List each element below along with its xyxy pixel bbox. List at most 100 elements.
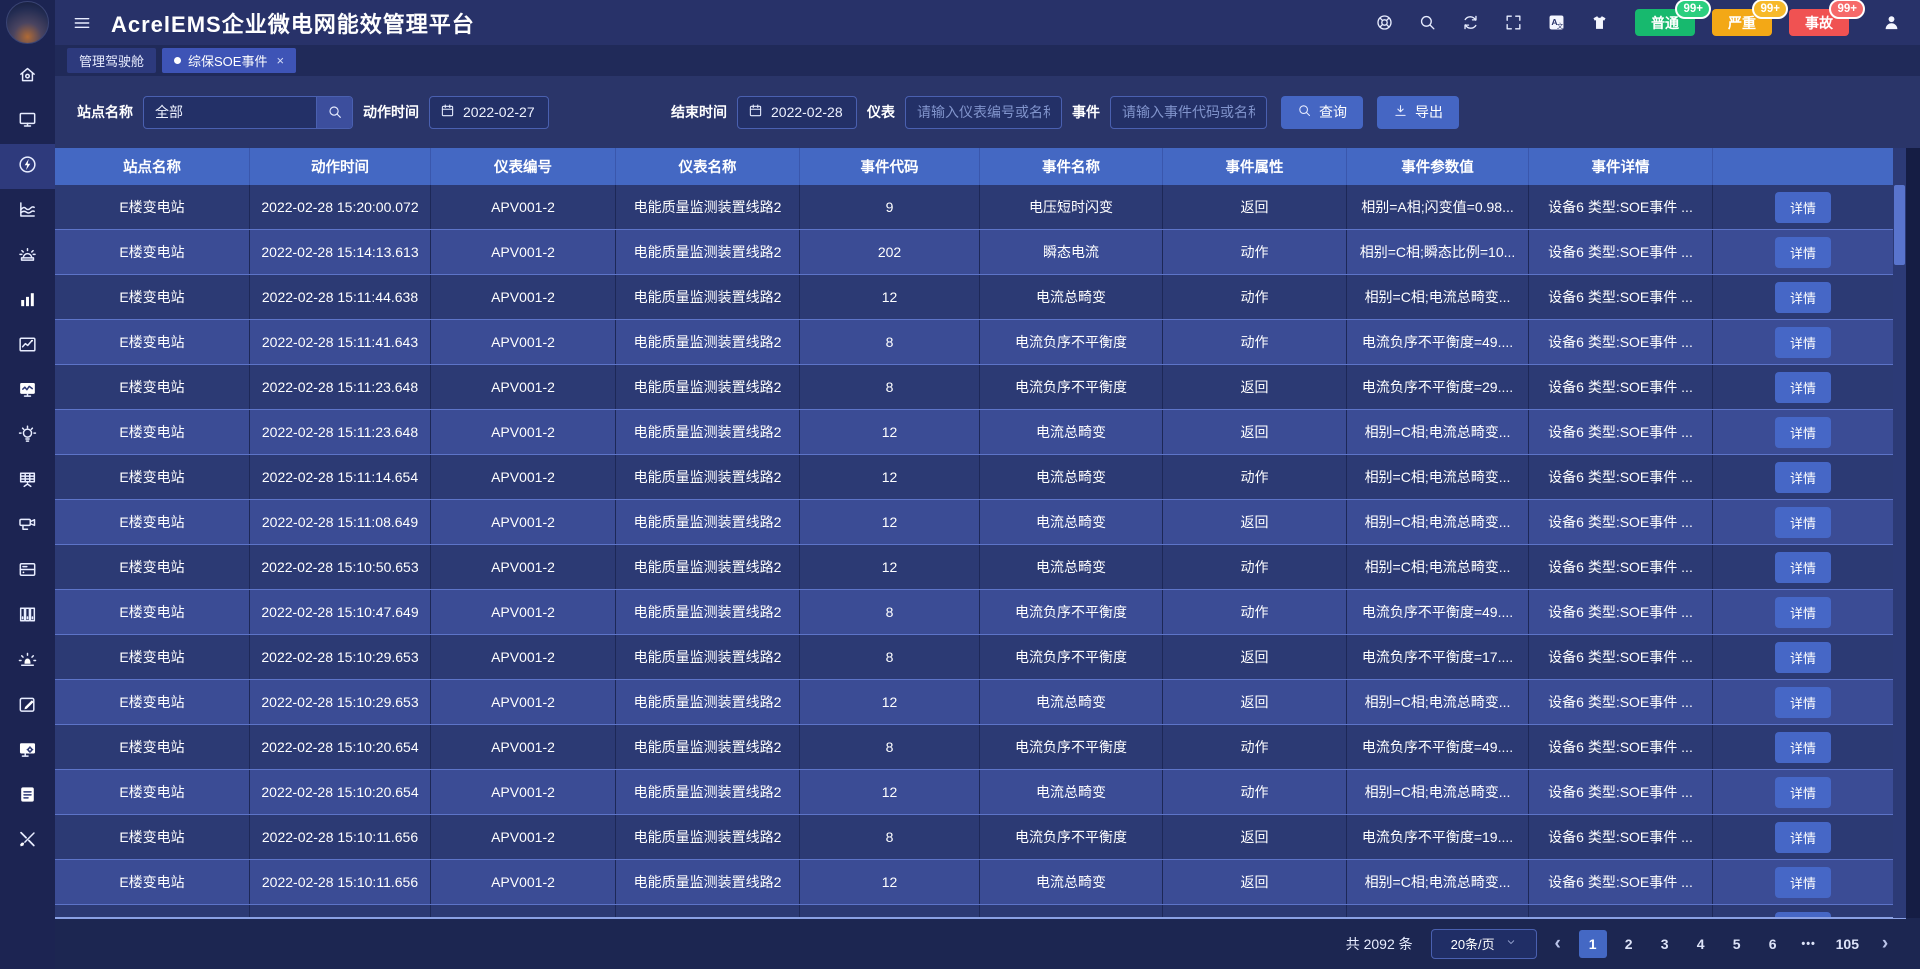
cell-事件参数值: 电流负序不平衡度=49.... <box>1347 590 1529 634</box>
cell-事件属性: 动作 <box>1163 455 1347 499</box>
sidebar-item-camera[interactable] <box>0 504 55 549</box>
detail-button[interactable]: 详情 <box>1775 417 1831 448</box>
cell-事件详情: 设备6 类型:SOE事件 ... <box>1529 590 1713 634</box>
detail-button[interactable]: 详情 <box>1775 372 1831 403</box>
page-button-4[interactable]: 4 <box>1687 930 1715 958</box>
page-button-6[interactable]: 6 <box>1759 930 1787 958</box>
refresh-icon[interactable] <box>1459 12 1481 34</box>
sidebar-item-home[interactable] <box>0 54 55 99</box>
page-button-105[interactable]: 105 <box>1831 930 1864 958</box>
event-input[interactable] <box>1111 104 1266 120</box>
site-search-button[interactable] <box>316 97 352 128</box>
tab-综保SOE事件[interactable]: 综保SOE事件× <box>162 48 296 73</box>
site-name-input[interactable] <box>144 104 316 120</box>
next-page-button[interactable]: › <box>1872 930 1898 958</box>
alarm-button-事故[interactable]: 事故99+ <box>1789 9 1849 36</box>
meter-input[interactable] <box>906 104 1061 120</box>
page-button-1[interactable]: 1 <box>1579 930 1607 958</box>
sidebar-item-edit[interactable] <box>0 684 55 729</box>
detail-button[interactable]: 详情 <box>1775 462 1831 493</box>
cell-事件名称: 电流负序不平衡度 <box>980 590 1163 634</box>
start-date-picker[interactable]: 2022-02-27 <box>429 96 549 129</box>
cell-事件属性: 返回 <box>1163 185 1347 229</box>
cell-事件详情: 设备6 类型:SOE事件 ... <box>1529 320 1713 364</box>
detail-button[interactable]: 详情 <box>1775 777 1831 808</box>
cell-事件代码: 12 <box>800 275 980 319</box>
sidebar-item-screen-settings[interactable] <box>0 729 55 774</box>
cell-站点名称: E楼变电站 <box>55 725 250 769</box>
detail-button[interactable]: 详情 <box>1775 552 1831 583</box>
alarm-button-普通[interactable]: 普通99+ <box>1635 9 1695 36</box>
sidebar-item-energy[interactable] <box>0 144 55 189</box>
cell-站点名称: E楼变电站 <box>55 500 250 544</box>
trend-chart-icon <box>17 334 38 360</box>
scrollbar-thumb[interactable] <box>1894 185 1905 265</box>
avatar[interactable] <box>6 1 49 44</box>
sidebar-item-tools[interactable] <box>0 819 55 864</box>
cell-事件名称: 瞬态电流 <box>980 230 1163 274</box>
sidebar-item-beacon[interactable] <box>0 639 55 684</box>
sidebar-item-monitor[interactable] <box>0 99 55 144</box>
tab-管理驾驶舱[interactable]: 管理驾驶舱 <box>67 48 156 73</box>
detail-button[interactable]: 详情 <box>1775 732 1831 763</box>
sidebar-item-alarm[interactable] <box>0 234 55 279</box>
translate-icon[interactable]: A文 <box>1545 12 1567 34</box>
search-icon[interactable] <box>1416 12 1438 34</box>
cell-仪表名称: 电能质量监测装置线路2 <box>616 185 800 229</box>
menu-toggle-button[interactable] <box>65 6 99 40</box>
sidebar-item-solar-panel[interactable] <box>0 459 55 504</box>
cell-仪表名称: 电能质量监测装置线路2 <box>616 590 800 634</box>
sidebar-item-device-card[interactable] <box>0 549 55 594</box>
fullscreen-icon[interactable] <box>1502 12 1524 34</box>
page-button-3[interactable]: 3 <box>1651 930 1679 958</box>
sidebar-item-screen-chart[interactable] <box>0 369 55 414</box>
service-icon[interactable] <box>1373 12 1395 34</box>
page-button-5[interactable]: 5 <box>1723 930 1751 958</box>
page-scrollbar-track <box>1906 148 1920 918</box>
cell-仪表名称: 电能质量监测装置线路2 <box>616 410 800 454</box>
cell-事件参数值: 电流负序不平衡度=49.... <box>1347 725 1529 769</box>
sidebar-item-document[interactable] <box>0 774 55 819</box>
alarm-button-严重[interactable]: 严重99+ <box>1712 9 1772 36</box>
detail-button[interactable]: 详情 <box>1775 282 1831 313</box>
end-date-picker[interactable]: 2022-02-28 <box>737 96 857 129</box>
user-icon[interactable] <box>1880 12 1902 34</box>
tab-close-icon[interactable]: × <box>276 53 284 68</box>
cell-actions: 详情 <box>1713 725 1893 769</box>
query-button[interactable]: 查询 <box>1281 96 1363 129</box>
cell-事件详情: 设备6 类型:SOE事件 ... <box>1529 680 1713 724</box>
cell-站点名称: E楼变电站 <box>55 365 250 409</box>
theme-icon[interactable] <box>1588 12 1610 34</box>
cell-仪表编号: APV001-2 <box>431 725 616 769</box>
detail-button[interactable]: 详情 <box>1775 867 1831 898</box>
cell-事件代码: 12 <box>800 455 980 499</box>
detail-button[interactable]: 详情 <box>1775 687 1831 718</box>
svg-text:文: 文 <box>1556 21 1563 30</box>
table-scrollbar[interactable] <box>1893 148 1906 918</box>
detail-button[interactable]: 详情 <box>1775 822 1831 853</box>
cell-事件详情: 设备6 类型:SOE事件 ... <box>1529 365 1713 409</box>
sidebar-item-curve-chart[interactable] <box>0 189 55 234</box>
sidebar-item-archive[interactable] <box>0 594 55 639</box>
detail-button[interactable]: 详情 <box>1775 597 1831 628</box>
detail-button[interactable]: 详情 <box>1775 192 1831 223</box>
detail-button[interactable]: 详情 <box>1775 642 1831 673</box>
sidebar-item-bulb[interactable] <box>0 414 55 459</box>
detail-button[interactable]: 详情 <box>1775 507 1831 538</box>
column-header-动作时间: 动作时间 <box>250 148 431 185</box>
page-button-2[interactable]: 2 <box>1615 930 1643 958</box>
cell-事件参数值: 相别=C相;电流总畸变... <box>1347 410 1529 454</box>
detail-button[interactable]: 详情 <box>1775 327 1831 358</box>
sidebar-item-bar-chart[interactable] <box>0 279 55 324</box>
event-input-group <box>1110 96 1267 129</box>
page-size-select[interactable]: 20条/页 <box>1431 929 1537 959</box>
detail-button[interactable]: 详情 <box>1775 237 1831 268</box>
cell-actions: 详情 <box>1713 320 1893 364</box>
page-title: AcrelEMS企业微电网能效管理平台 <box>111 7 475 39</box>
cell-事件名称: 电流负序不平衡度 <box>980 365 1163 409</box>
active-tab-dot <box>174 57 181 64</box>
cell-动作时间: 2022-02-28 15:14:13.613 <box>250 230 431 274</box>
prev-page-button[interactable]: ‹ <box>1545 930 1571 958</box>
export-button[interactable]: 导出 <box>1377 96 1459 129</box>
sidebar-item-trend-chart[interactable] <box>0 324 55 369</box>
